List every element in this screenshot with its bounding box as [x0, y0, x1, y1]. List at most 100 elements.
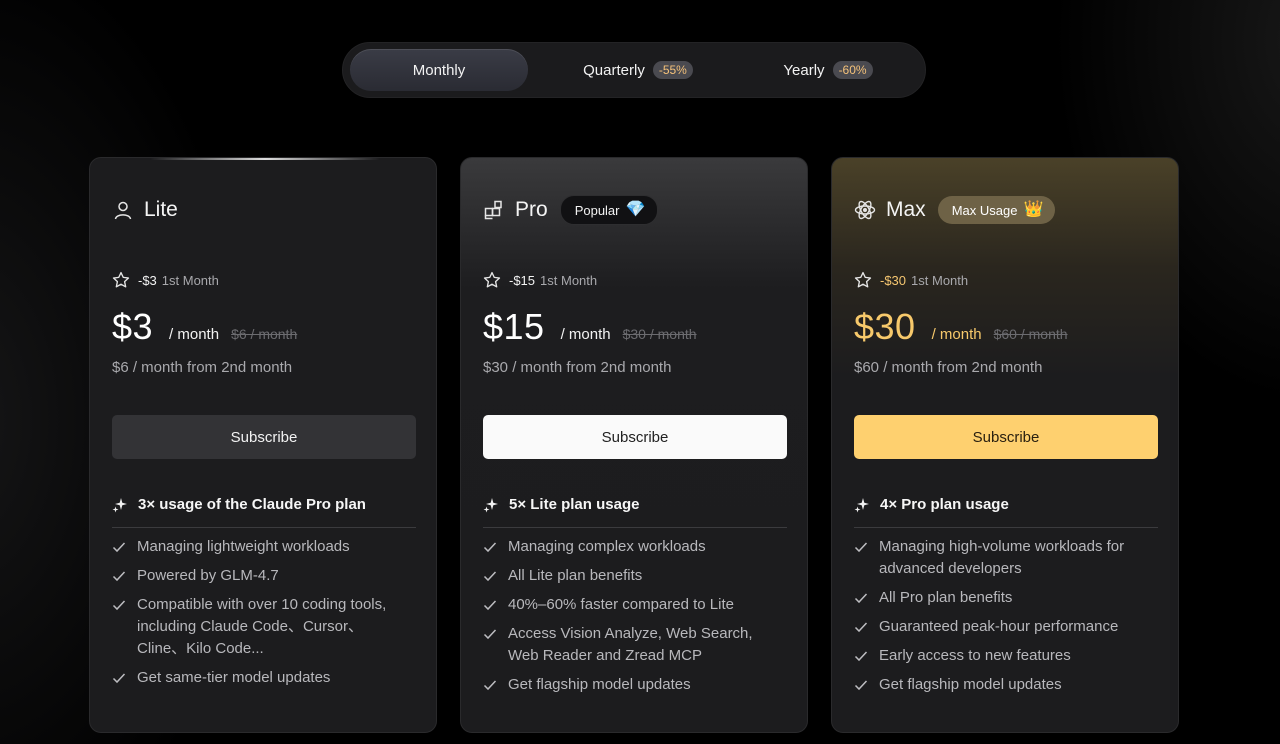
feature-item: All Pro plan benefits	[854, 587, 1154, 609]
feature-item: All Lite plan benefits	[483, 565, 783, 587]
feature-item: Managing complex workloads	[483, 536, 783, 558]
feature-item: Powered by GLM-4.7	[112, 565, 412, 587]
quarterly-discount-badge: -55%	[652, 61, 693, 79]
promo-discount: -$15	[509, 272, 536, 288]
original-price: $6 / month	[231, 326, 298, 342]
feature-headline: 5× Lite plan usage	[483, 496, 639, 513]
check-icon	[854, 680, 868, 691]
check-icon	[483, 629, 497, 640]
feature-headline: 4× Pro plan usage	[854, 496, 1009, 513]
max-usage-badge: Max Usage 👑	[937, 196, 1056, 224]
renewal-price: $60 / month from 2nd month	[854, 359, 1043, 376]
price-row: $15 / month $30 / month	[483, 306, 697, 348]
feature-item: Managing high-volume workloads for advan…	[854, 536, 1154, 580]
renewal-price: $30 / month from 2nd month	[483, 359, 672, 376]
feature-item: Get flagship model updates	[483, 674, 783, 696]
sparkle-icon	[112, 497, 127, 512]
card-top-glow	[150, 158, 380, 160]
star-icon	[483, 271, 501, 288]
feature-item: Early access to new features	[854, 645, 1154, 667]
diamond-icon: 💎	[625, 201, 646, 218]
feature-text: Early access to new features	[879, 647, 1071, 664]
feature-item: Guaranteed peak-hour performance	[854, 616, 1154, 638]
feature-text: Powered by GLM-4.7	[137, 567, 279, 584]
check-icon	[112, 571, 126, 582]
popular-badge-label: Popular	[574, 202, 620, 218]
feature-headline-text: 5× Lite plan usage	[509, 496, 640, 513]
check-icon	[112, 600, 126, 611]
toggle-quarterly-label: Quarterly	[583, 61, 645, 79]
plan-card-max: Max Max Usage 👑 -$30 1st Month $30 / mon…	[831, 157, 1179, 733]
popular-badge: Popular 💎	[559, 195, 659, 225]
crown-icon: 👑	[1023, 201, 1044, 218]
plan-header: Max Max Usage 👑	[854, 196, 1056, 224]
plan-header: Lite	[112, 196, 178, 224]
feature-text: 40%–60% faster compared to Lite	[508, 596, 734, 613]
feature-text: All Lite plan benefits	[508, 567, 643, 584]
feature-headline-text: 4× Pro plan usage	[880, 496, 1009, 513]
feature-item: Access Vision Analyze, Web Search, Web R…	[483, 623, 783, 667]
plan-card-lite: Lite -$3 1st Month $3 / month $6 / month…	[89, 157, 437, 733]
promo-line: -$30 1st Month	[854, 271, 968, 289]
feature-list: Managing complex workloads All Lite plan…	[483, 536, 783, 703]
yearly-discount-badge: -60%	[832, 61, 873, 79]
plan-header: Pro Popular 💎	[483, 195, 659, 225]
grid-blocks-icon	[483, 199, 505, 221]
check-icon	[854, 593, 868, 604]
feature-item: Get flagship model updates	[854, 674, 1154, 696]
original-price: $60 / month	[993, 326, 1068, 342]
promo-line: -$3 1st Month	[112, 271, 219, 289]
toggle-monthly[interactable]: Monthly	[350, 49, 528, 91]
feature-text: Access Vision Analyze, Web Search, Web R…	[508, 625, 753, 664]
feature-text: Managing lightweight workloads	[137, 538, 350, 555]
feature-item: 40%–60% faster compared to Lite	[483, 594, 783, 616]
feature-list: Managing high-volume workloads for advan…	[854, 536, 1154, 703]
check-icon	[854, 622, 868, 633]
toggle-quarterly[interactable]: Quarterly -55%	[543, 49, 733, 91]
toggle-yearly[interactable]: Yearly -60%	[743, 49, 913, 91]
plan-card-pro: Pro Popular 💎 -$15 1st Month $15 / month…	[460, 157, 808, 733]
feature-item: Compatible with over 10 coding tools, in…	[112, 594, 412, 660]
user-icon	[112, 199, 134, 221]
check-icon	[112, 542, 126, 553]
pricing-page: Monthly Quarterly -55% Yearly -60% Lite	[0, 0, 1280, 744]
price: $3	[112, 306, 154, 347]
divider	[854, 527, 1158, 528]
plan-name: Pro	[515, 198, 548, 221]
toggle-yearly-label: Yearly	[783, 61, 825, 79]
subscribe-button-lite[interactable]: Subscribe	[112, 415, 416, 459]
price-period: / month	[169, 326, 220, 343]
promo-discount: -$30	[880, 272, 907, 288]
star-icon	[854, 271, 872, 288]
promo-note: 1st Month	[911, 272, 969, 288]
check-icon	[483, 542, 497, 553]
feature-text: Guaranteed peak-hour performance	[879, 618, 1119, 635]
subscribe-button-pro[interactable]: Subscribe	[483, 415, 787, 459]
feature-item: Managing lightweight workloads	[112, 536, 412, 558]
feature-text: All Pro plan benefits	[879, 589, 1013, 606]
plan-name: Max	[886, 198, 926, 221]
subscribe-button-max[interactable]: Subscribe	[854, 415, 1158, 459]
feature-text: Get same-tier model updates	[137, 669, 331, 686]
toggle-monthly-label: Monthly	[412, 61, 466, 79]
price: $30	[854, 306, 916, 347]
sparkle-icon	[483, 497, 498, 512]
promo-note: 1st Month	[540, 272, 598, 288]
feature-text: Compatible with over 10 coding tools, in…	[137, 596, 387, 657]
promo-discount: -$3	[138, 272, 157, 288]
original-price: $30 / month	[622, 326, 697, 342]
divider	[483, 527, 787, 528]
check-icon	[483, 600, 497, 611]
price-row: $3 / month $6 / month	[112, 306, 297, 348]
feature-text: Get flagship model updates	[508, 676, 691, 693]
feature-list: Managing lightweight workloads Powered b…	[112, 536, 412, 696]
divider	[112, 527, 416, 528]
price-period: / month	[560, 326, 611, 343]
sparkle-icon	[854, 497, 869, 512]
price-period: / month	[931, 326, 982, 343]
price-row: $30 / month $60 / month	[854, 306, 1068, 348]
feature-headline-text: 3× usage of the Claude Pro plan	[138, 496, 366, 513]
check-icon	[854, 651, 868, 662]
max-usage-badge-label: Max Usage	[951, 202, 1018, 218]
billing-period-toggle: Monthly Quarterly -55% Yearly -60%	[342, 42, 926, 98]
